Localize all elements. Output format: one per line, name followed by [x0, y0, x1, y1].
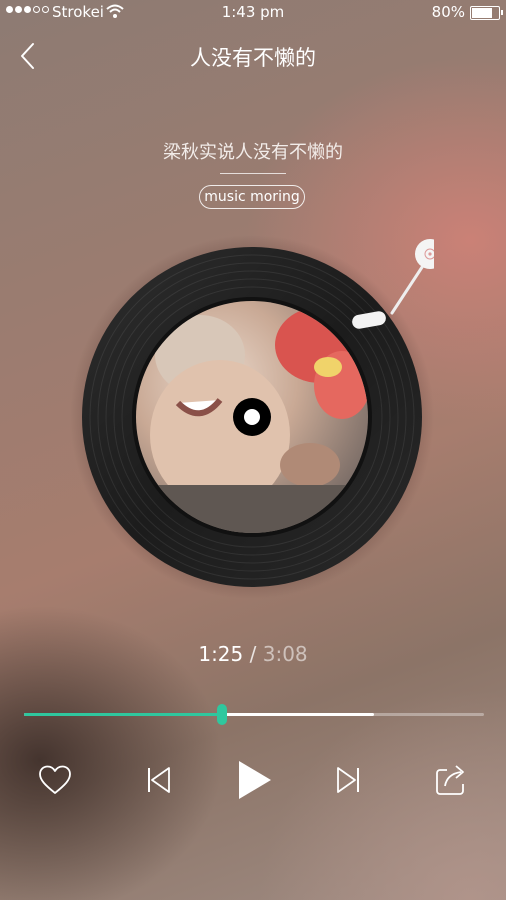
skip-previous-icon [148, 767, 170, 793]
next-button[interactable] [323, 755, 373, 805]
total-time: 3:08 [262, 642, 308, 666]
played-bar [24, 713, 222, 716]
current-time: 1:25 [198, 642, 244, 666]
like-button[interactable] [30, 755, 80, 805]
playback-controls [0, 755, 506, 805]
heart-icon [39, 765, 71, 794]
previous-button[interactable] [134, 755, 184, 805]
status-bar: Strokei 1:43 pm 80% [0, 0, 506, 26]
battery-tip [501, 10, 503, 15]
title-divider [220, 173, 286, 174]
page-title: 人没有不懒的 [190, 46, 316, 70]
play-button[interactable] [229, 755, 279, 805]
skip-next-icon [337, 767, 359, 793]
battery-percentage: 80% [431, 3, 465, 21]
status-time: 1:43 pm [221, 3, 285, 21]
time-separator: / [249, 642, 257, 666]
spindle-hole [244, 409, 260, 425]
progress-slider[interactable] [24, 700, 484, 730]
share-icon [436, 765, 464, 795]
turntable [70, 235, 445, 599]
progress-handle[interactable] [216, 704, 227, 725]
song-title: 梁秋实说人没有不懒的 [163, 142, 343, 163]
nav-bar: 人没有不懒的 [0, 34, 506, 78]
share-button[interactable] [426, 755, 476, 805]
battery-icon [470, 6, 500, 20]
play-icon [239, 761, 271, 799]
time-display: 1:25 / 3:08 [0, 642, 506, 666]
battery-level [472, 8, 493, 18]
album-tag[interactable]: music moring [199, 185, 305, 209]
